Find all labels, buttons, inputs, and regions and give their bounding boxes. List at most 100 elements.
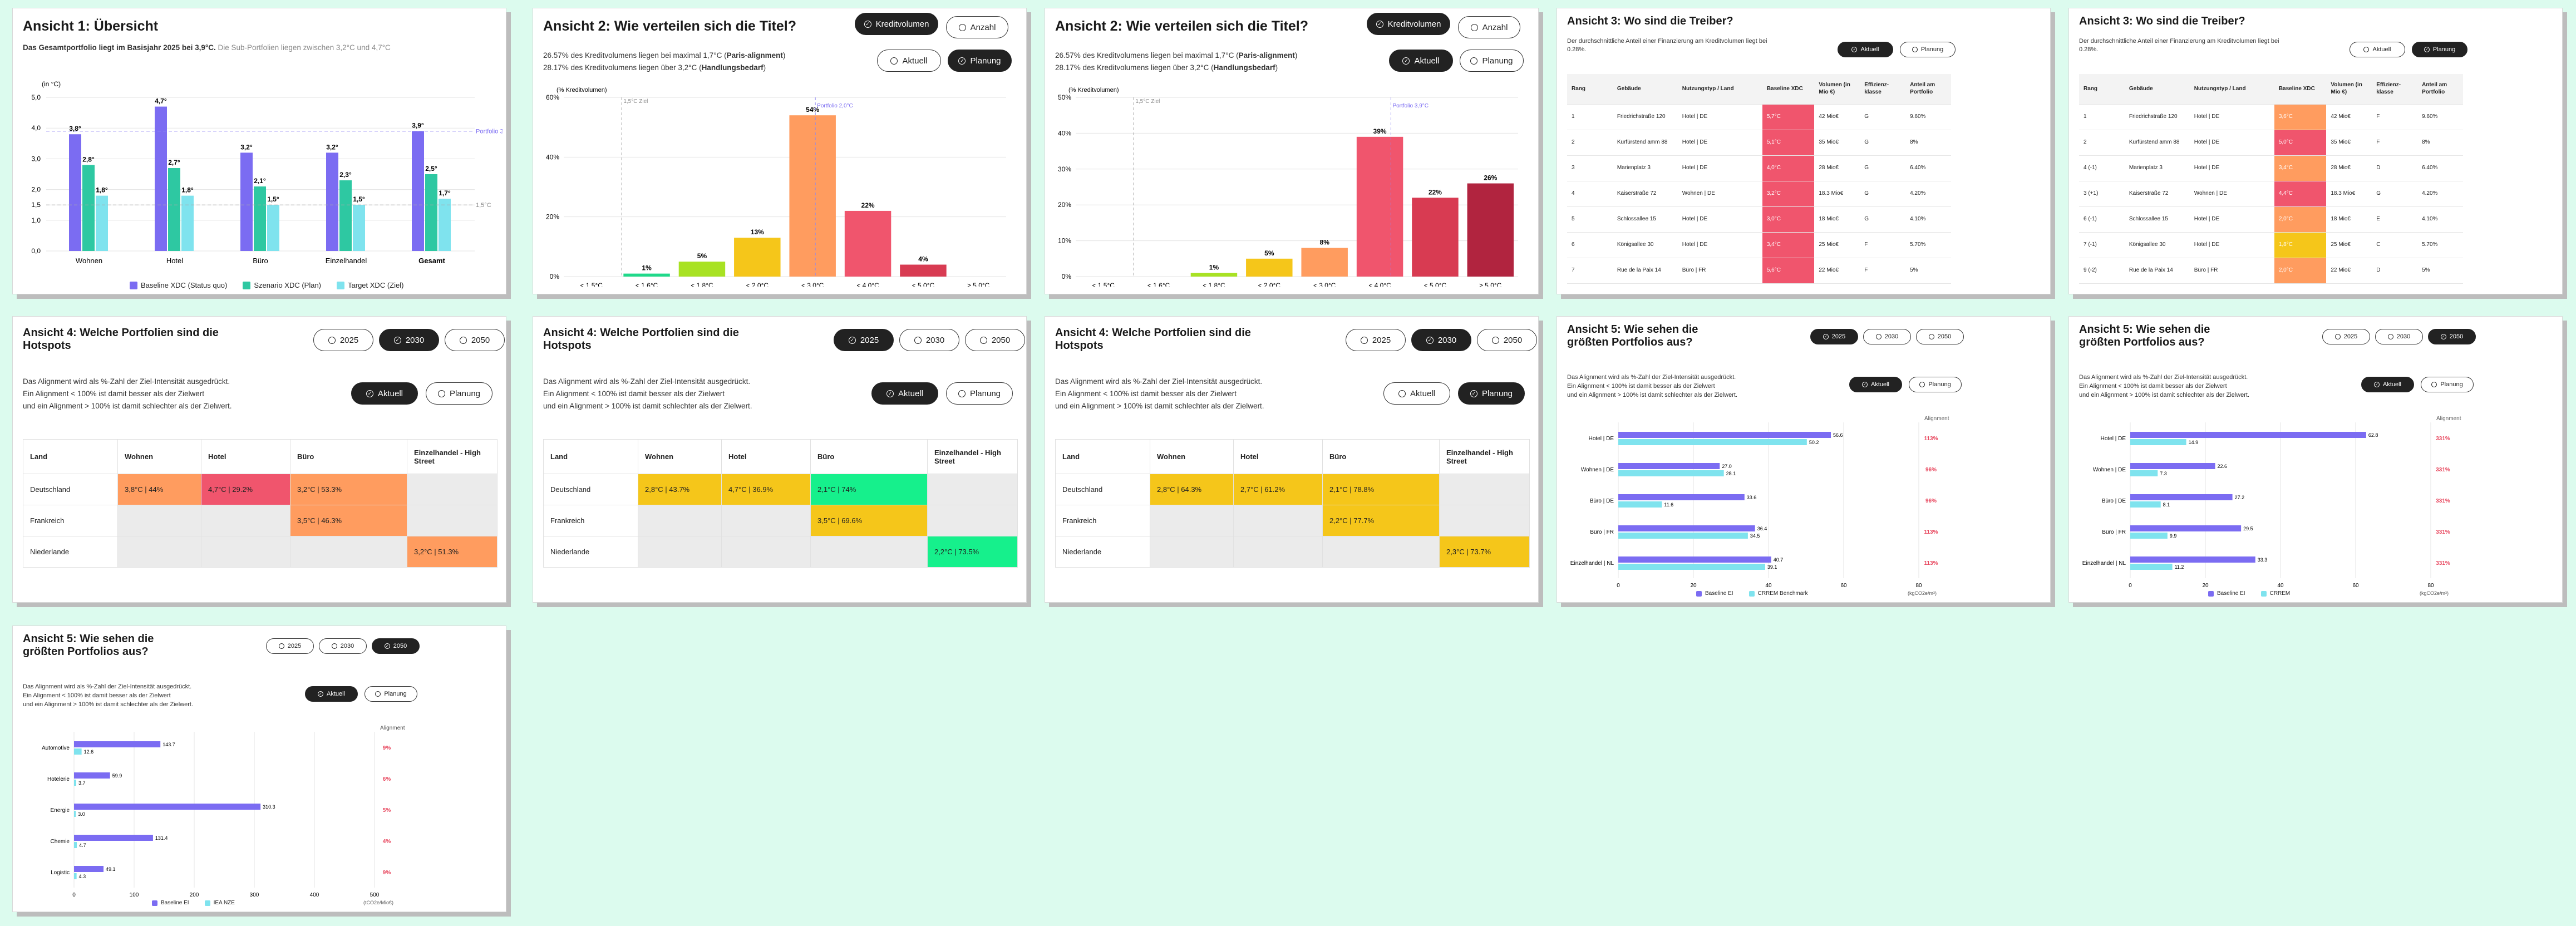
mode-aktuell[interactable]: ✓ Aktuell xyxy=(1849,377,1902,392)
year-2025[interactable]: 2025 xyxy=(2322,329,2370,344)
heatmap-cell[interactable] xyxy=(201,536,290,568)
heatmap-cell[interactable] xyxy=(721,536,811,568)
table-row[interactable]: 1 Friedrichstraße 120 Hotel | DE 5,7°C 42 Mi… xyxy=(1567,104,1951,130)
heatmap-cell[interactable]: 2,8°C | 43.7% xyxy=(638,474,722,505)
summary-line-2: 28.17% des Kreditvolumens liegen über 3,… xyxy=(1055,63,1378,73)
heatmap-cell[interactable] xyxy=(927,505,1018,536)
table-row[interactable]: 4 (-1) Marienplatz 3 Hotel | DE 3,4°C 28 Mio… xyxy=(2079,155,2463,181)
toggle-kreditvolumen[interactable]: ✓ Kreditvolumen xyxy=(855,13,938,35)
mode-aktuell[interactable]: Aktuell xyxy=(877,50,941,72)
table-row[interactable]: 5 Schlossallee 15 Hotel | DE 3,0°C 18 Mio€ G 4… xyxy=(1567,206,1951,233)
heatmap-cell[interactable]: 3,8°C | 44% xyxy=(117,474,201,505)
year-2030[interactable]: 2030 xyxy=(319,638,367,654)
year-2030[interactable]: 2030 xyxy=(899,329,959,351)
year-2050[interactable]: 2050 xyxy=(965,329,1025,351)
heatmap-cell[interactable] xyxy=(407,505,498,536)
heatmap-cell[interactable] xyxy=(290,536,407,568)
year-2030[interactable]: 2030 xyxy=(2375,329,2423,344)
table-row[interactable]: 2 Kurfürstend amm 88 Hotel | DE 5,1°C 35 Mio… xyxy=(1567,130,1951,156)
heatmap-cell[interactable]: 4,7°C | 36.9% xyxy=(721,474,811,505)
toggle-anzahl[interactable]: Anzahl xyxy=(1458,16,1520,38)
mode-aktuell[interactable]: ✓ Aktuell xyxy=(2361,377,2414,392)
distribution-chart: (% Kreditvolumen) 0% 10% 20% 30% 40% 50% < 1,5°… xyxy=(1058,87,1518,287)
heatmap-cell[interactable]: 3,2°C | 53.3% xyxy=(290,474,407,505)
table-row[interactable]: 4 Kaiserstraße 72 Wohnen | DE 3,2°C 18.3 Mio… xyxy=(1567,181,1951,207)
heatmap-cell[interactable] xyxy=(1439,505,1530,536)
mode-aktuell[interactable]: ✓ Aktuell xyxy=(1389,50,1453,72)
heatmap-cell[interactable]: 3,5°C | 69.6% xyxy=(810,505,928,536)
year-2025[interactable]: ✓ 2025 xyxy=(1810,329,1858,344)
heatmap-cell[interactable]: 2,3°C | 73.7% xyxy=(1439,536,1530,568)
mode-planung[interactable]: ✓ Planung xyxy=(1458,382,1525,405)
mode-aktuell[interactable]: Aktuell xyxy=(2350,42,2405,57)
y-tick: Einzelhandel | NL xyxy=(2082,560,2126,567)
toggle-kreditvolumen[interactable]: ✓ Kreditvolumen xyxy=(1367,13,1450,35)
heatmap-cell[interactable]: 2,2°C | 77.7% xyxy=(1322,505,1440,536)
table-row[interactable]: 3 (+1) Kaiserstraße 72 Wohnen | DE 4,4°C 18.… xyxy=(2079,181,2463,207)
radio-icon xyxy=(914,336,922,344)
mode-aktuell[interactable]: ✓ Aktuell xyxy=(871,382,938,405)
heatmap-cell[interactable]: 2,1°C | 78.8% xyxy=(1322,474,1440,505)
year-2030[interactable]: 2030 xyxy=(1863,329,1911,344)
toggle-anzahl[interactable]: Anzahl xyxy=(946,16,1008,38)
y-tick: 5,0 xyxy=(31,93,41,101)
year-2025[interactable]: 2025 xyxy=(313,329,373,351)
year-2030[interactable]: ✓ 2030 xyxy=(379,329,439,351)
radio-icon xyxy=(278,643,284,649)
table-row[interactable]: 1 Friedrichstraße 120 Hotel | DE 3,6°C 42 Mi… xyxy=(2079,104,2463,130)
heatmap-cell[interactable] xyxy=(1233,505,1323,536)
heatmap-cell[interactable]: 2,2°C | 73.5% xyxy=(927,536,1018,568)
mode-planung[interactable]: Planung xyxy=(365,686,417,702)
table-cell: F xyxy=(2372,130,2418,156)
year-2050[interactable]: 2050 xyxy=(1916,329,1964,344)
mode-aktuell[interactable]: ✓ Aktuell xyxy=(1838,42,1893,57)
mode-planung[interactable]: Planung xyxy=(1909,377,1962,392)
year-2025[interactable]: 2025 xyxy=(1346,329,1406,351)
table-row[interactable]: 6 (-1) Schlossallee 15 Hotel | DE 2,0°C 18 M… xyxy=(2079,206,2463,233)
year-2050[interactable]: 2050 xyxy=(1477,329,1537,351)
mode-planung[interactable]: Planung xyxy=(946,382,1013,405)
heatmap-cell[interactable]: 2,8°C | 64.3% xyxy=(1150,474,1234,505)
table-row[interactable]: 2 Kurfürstend amm 88 Hotel | DE 5,0°C 35 Mio… xyxy=(2079,130,2463,156)
heatmap-cell[interactable]: 4,7°C | 29.2% xyxy=(201,474,290,505)
table-row[interactable]: 3 Marienplatz 3 Hotel | DE 4,0°C 28 Mio€ G 6.4… xyxy=(1567,155,1951,181)
heatmap-cell[interactable] xyxy=(1150,536,1234,568)
mode-planung[interactable]: Planung xyxy=(1460,50,1524,72)
heatmap-cell[interactable] xyxy=(201,505,290,536)
table-row[interactable]: 9 (-2) Rue de la Paix 14 Büro | FR 2,0°C 22 … xyxy=(2079,258,2463,284)
year-2050[interactable]: 2050 xyxy=(445,329,505,351)
heatmap-cell[interactable] xyxy=(407,474,498,505)
heatmap-cell[interactable] xyxy=(117,505,201,536)
table-row[interactable]: 7 (-1) Königsallee 30 Hotel | DE 1,8°C 25 Mi… xyxy=(2079,232,2463,258)
mode-aktuell[interactable]: ✓ Aktuell xyxy=(351,382,418,405)
heatmap-cell[interactable]: 3,2°C | 51.3% xyxy=(407,536,498,568)
heatmap-cell[interactable] xyxy=(1233,536,1323,568)
year-2030[interactable]: ✓ 2030 xyxy=(1411,329,1471,351)
mode-planung[interactable]: Planung xyxy=(2421,377,2474,392)
heatmap-cell[interactable] xyxy=(1150,505,1234,536)
heatmap-cell[interactable] xyxy=(927,474,1018,505)
table-row[interactable]: 6 Königsallee 30 Hotel | DE 3,4°C 25 Mio€ F 5.… xyxy=(1567,232,1951,258)
heatmap-cell[interactable] xyxy=(1439,474,1530,505)
mode-planung[interactable]: Planung xyxy=(426,382,492,405)
heatmap-cell[interactable]: 2,7°C | 61.2% xyxy=(1233,474,1323,505)
mode-aktuell[interactable]: ✓ Aktuell xyxy=(305,686,358,702)
heatmap-cell[interactable] xyxy=(638,536,722,568)
mode-planung[interactable]: ✓ Planung xyxy=(2412,42,2467,57)
year-2050[interactable]: ✓ 2050 xyxy=(2428,329,2476,344)
heatmap-cell[interactable] xyxy=(810,536,928,568)
heatmap-cell[interactable] xyxy=(721,505,811,536)
year-2025[interactable]: ✓ 2025 xyxy=(834,329,894,351)
heatmap-cell[interactable]: 3,5°C | 46.3% xyxy=(290,505,407,536)
year-2050[interactable]: ✓ 2050 xyxy=(372,638,420,654)
heatmap-cell[interactable] xyxy=(1322,536,1440,568)
heatmap-cell[interactable] xyxy=(117,536,201,568)
year-2025[interactable]: 2025 xyxy=(266,638,314,654)
mode-aktuell[interactable]: Aktuell xyxy=(1383,382,1450,405)
mode-planung[interactable]: ✓ Planung xyxy=(948,50,1012,72)
mode-planung[interactable]: Planung xyxy=(1900,42,1956,57)
heatmap-cell[interactable]: 2,1°C | 74% xyxy=(810,474,928,505)
table-row[interactable]: 7 Rue de la Paix 14 Büro | FR 5,6°C 22 Mio€ F… xyxy=(1567,258,1951,284)
heatmap-cell[interactable] xyxy=(638,505,722,536)
alignment-value: 9% xyxy=(383,870,391,876)
